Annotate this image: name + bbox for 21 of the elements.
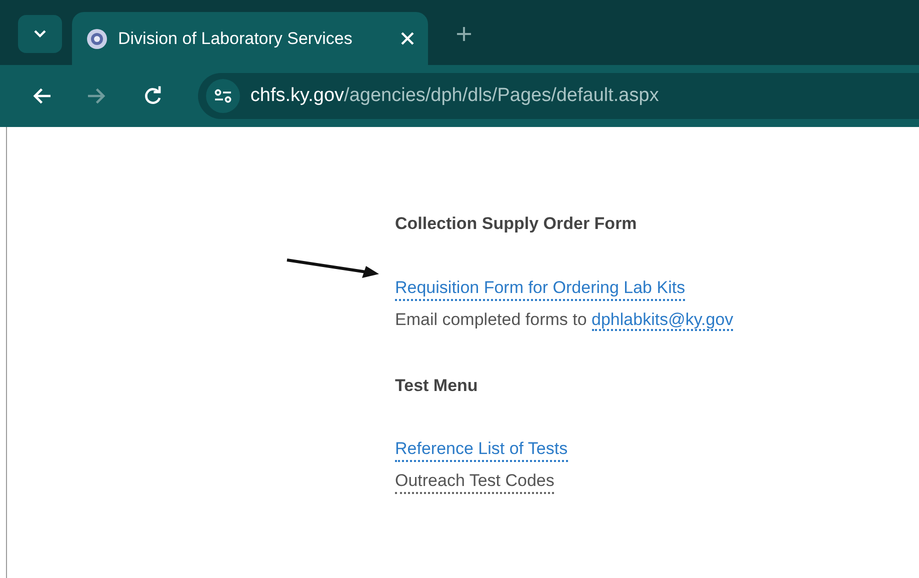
browser-tab[interactable]: Division of Laboratory Services bbox=[72, 12, 428, 65]
site-info-button[interactable] bbox=[206, 79, 240, 113]
address-bar[interactable]: chfs.ky.gov/agencies/dph/dls/Pages/default.aspx bbox=[198, 73, 919, 119]
favicon-icon bbox=[86, 28, 108, 50]
url-text: chfs.ky.gov/agencies/dph/dls/Pages/default.aspx bbox=[250, 84, 659, 108]
close-icon[interactable] bbox=[401, 32, 414, 45]
link[interactable]: Requisition Form for Ordering Lab Kits bbox=[395, 276, 686, 300]
section-heading: Collection Supply Order Form bbox=[395, 213, 638, 235]
tune-icon bbox=[214, 89, 232, 103]
section-heading: Test Menu bbox=[395, 374, 479, 396]
forward-arrow-icon[interactable] bbox=[87, 87, 107, 105]
link[interactable]: Outreach Test Codes bbox=[395, 470, 554, 494]
chevron-down-icon bbox=[34, 30, 46, 38]
reload-icon[interactable] bbox=[142, 86, 162, 106]
tab-title: Division of Laboratory Services bbox=[118, 28, 354, 50]
new-tab-icon[interactable] bbox=[456, 26, 472, 42]
back-arrow-icon[interactable] bbox=[32, 87, 52, 105]
email-link[interactable]: dphlabkits@ky.gov bbox=[592, 310, 734, 330]
link[interactable]: Reference List of Tests bbox=[395, 438, 568, 462]
instruction-text: Email completed forms to dphlabkits@ky.gov bbox=[395, 308, 734, 330]
tab-list-button[interactable] bbox=[18, 15, 62, 53]
